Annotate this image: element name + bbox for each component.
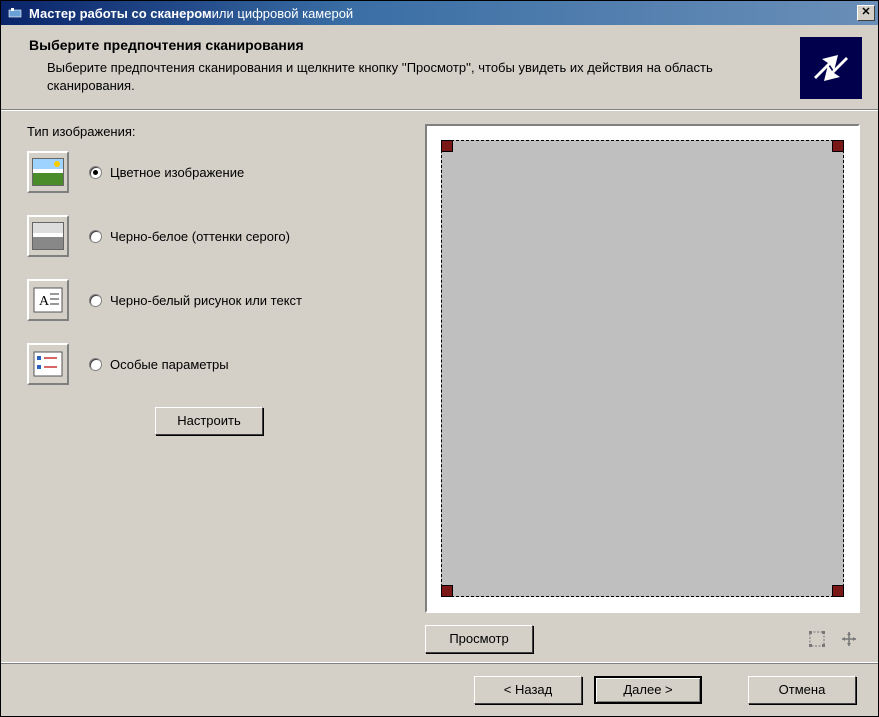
option-label: Особые параметры <box>110 357 229 372</box>
option-row-color: Цветное изображение <box>27 151 407 193</box>
preview-area[interactable] <box>425 124 860 613</box>
radio-custom[interactable]: Особые параметры <box>89 357 229 372</box>
svg-text:A: A <box>39 294 50 309</box>
option-row-grayscale: Черно-белое (оттенки серого) <box>27 215 407 257</box>
preview-toolbar: Просмотр <box>425 625 860 653</box>
title-main: Мастер работы со сканером <box>29 6 212 21</box>
app-icon <box>7 5 23 21</box>
bw-text-icon[interactable]: A <box>27 279 69 321</box>
header-title: Выберите предпочтения сканирования <box>29 37 788 53</box>
grayscale-image-icon[interactable] <box>27 215 69 257</box>
options-panel: Тип изображения: Цветное изображение Чер… <box>27 124 407 653</box>
option-label: Черно-белое (оттенки серого) <box>110 229 290 244</box>
image-type-label: Тип изображения: <box>27 124 407 139</box>
wizard-window: Мастер работы со сканером или цифровой к… <box>0 0 879 717</box>
handle-top-left[interactable] <box>441 140 453 152</box>
select-region-icon[interactable] <box>806 628 828 650</box>
scan-wizard-icon <box>800 37 862 99</box>
titlebar: Мастер работы со сканером или цифровой к… <box>1 1 878 25</box>
radio-dot-icon <box>89 230 102 243</box>
option-row-custom: Особые параметры <box>27 343 407 385</box>
configure-button[interactable]: Настроить <box>155 407 263 435</box>
wizard-content: Тип изображения: Цветное изображение Чер… <box>1 109 878 664</box>
back-button[interactable]: < Назад <box>474 676 582 704</box>
header-subtitle: Выберите предпочтения сканирования и щел… <box>29 59 729 94</box>
close-icon: ✕ <box>861 6 870 18</box>
close-button[interactable]: ✕ <box>857 5 875 21</box>
fit-view-icon[interactable] <box>838 628 860 650</box>
radio-grayscale[interactable]: Черно-белое (оттенки серого) <box>89 229 290 244</box>
option-row-bw-text: A Черно-белый рисунок или текст <box>27 279 407 321</box>
option-label: Черно-белый рисунок или текст <box>110 293 302 308</box>
preview-panel: Просмотр <box>425 124 860 653</box>
handle-bottom-right[interactable] <box>832 585 844 597</box>
handle-top-right[interactable] <box>832 140 844 152</box>
radio-bw-text[interactable]: Черно-белый рисунок или текст <box>89 293 302 308</box>
color-image-icon[interactable] <box>27 151 69 193</box>
radio-dot-icon <box>89 358 102 371</box>
radio-color[interactable]: Цветное изображение <box>89 165 244 180</box>
wizard-header: Выберите предпочтения сканирования Выбер… <box>1 25 878 109</box>
next-button[interactable]: Далее > <box>594 676 702 704</box>
option-label: Цветное изображение <box>110 165 244 180</box>
custom-settings-icon[interactable] <box>27 343 69 385</box>
preview-button[interactable]: Просмотр <box>425 625 533 653</box>
selection-rectangle[interactable] <box>441 140 844 597</box>
radio-dot-icon <box>89 166 102 179</box>
cancel-button[interactable]: Отмена <box>748 676 856 704</box>
wizard-footer: < Назад Далее > Отмена <box>1 664 878 716</box>
radio-dot-icon <box>89 294 102 307</box>
title-rest: или цифровой камерой <box>212 6 354 21</box>
handle-bottom-left[interactable] <box>441 585 453 597</box>
